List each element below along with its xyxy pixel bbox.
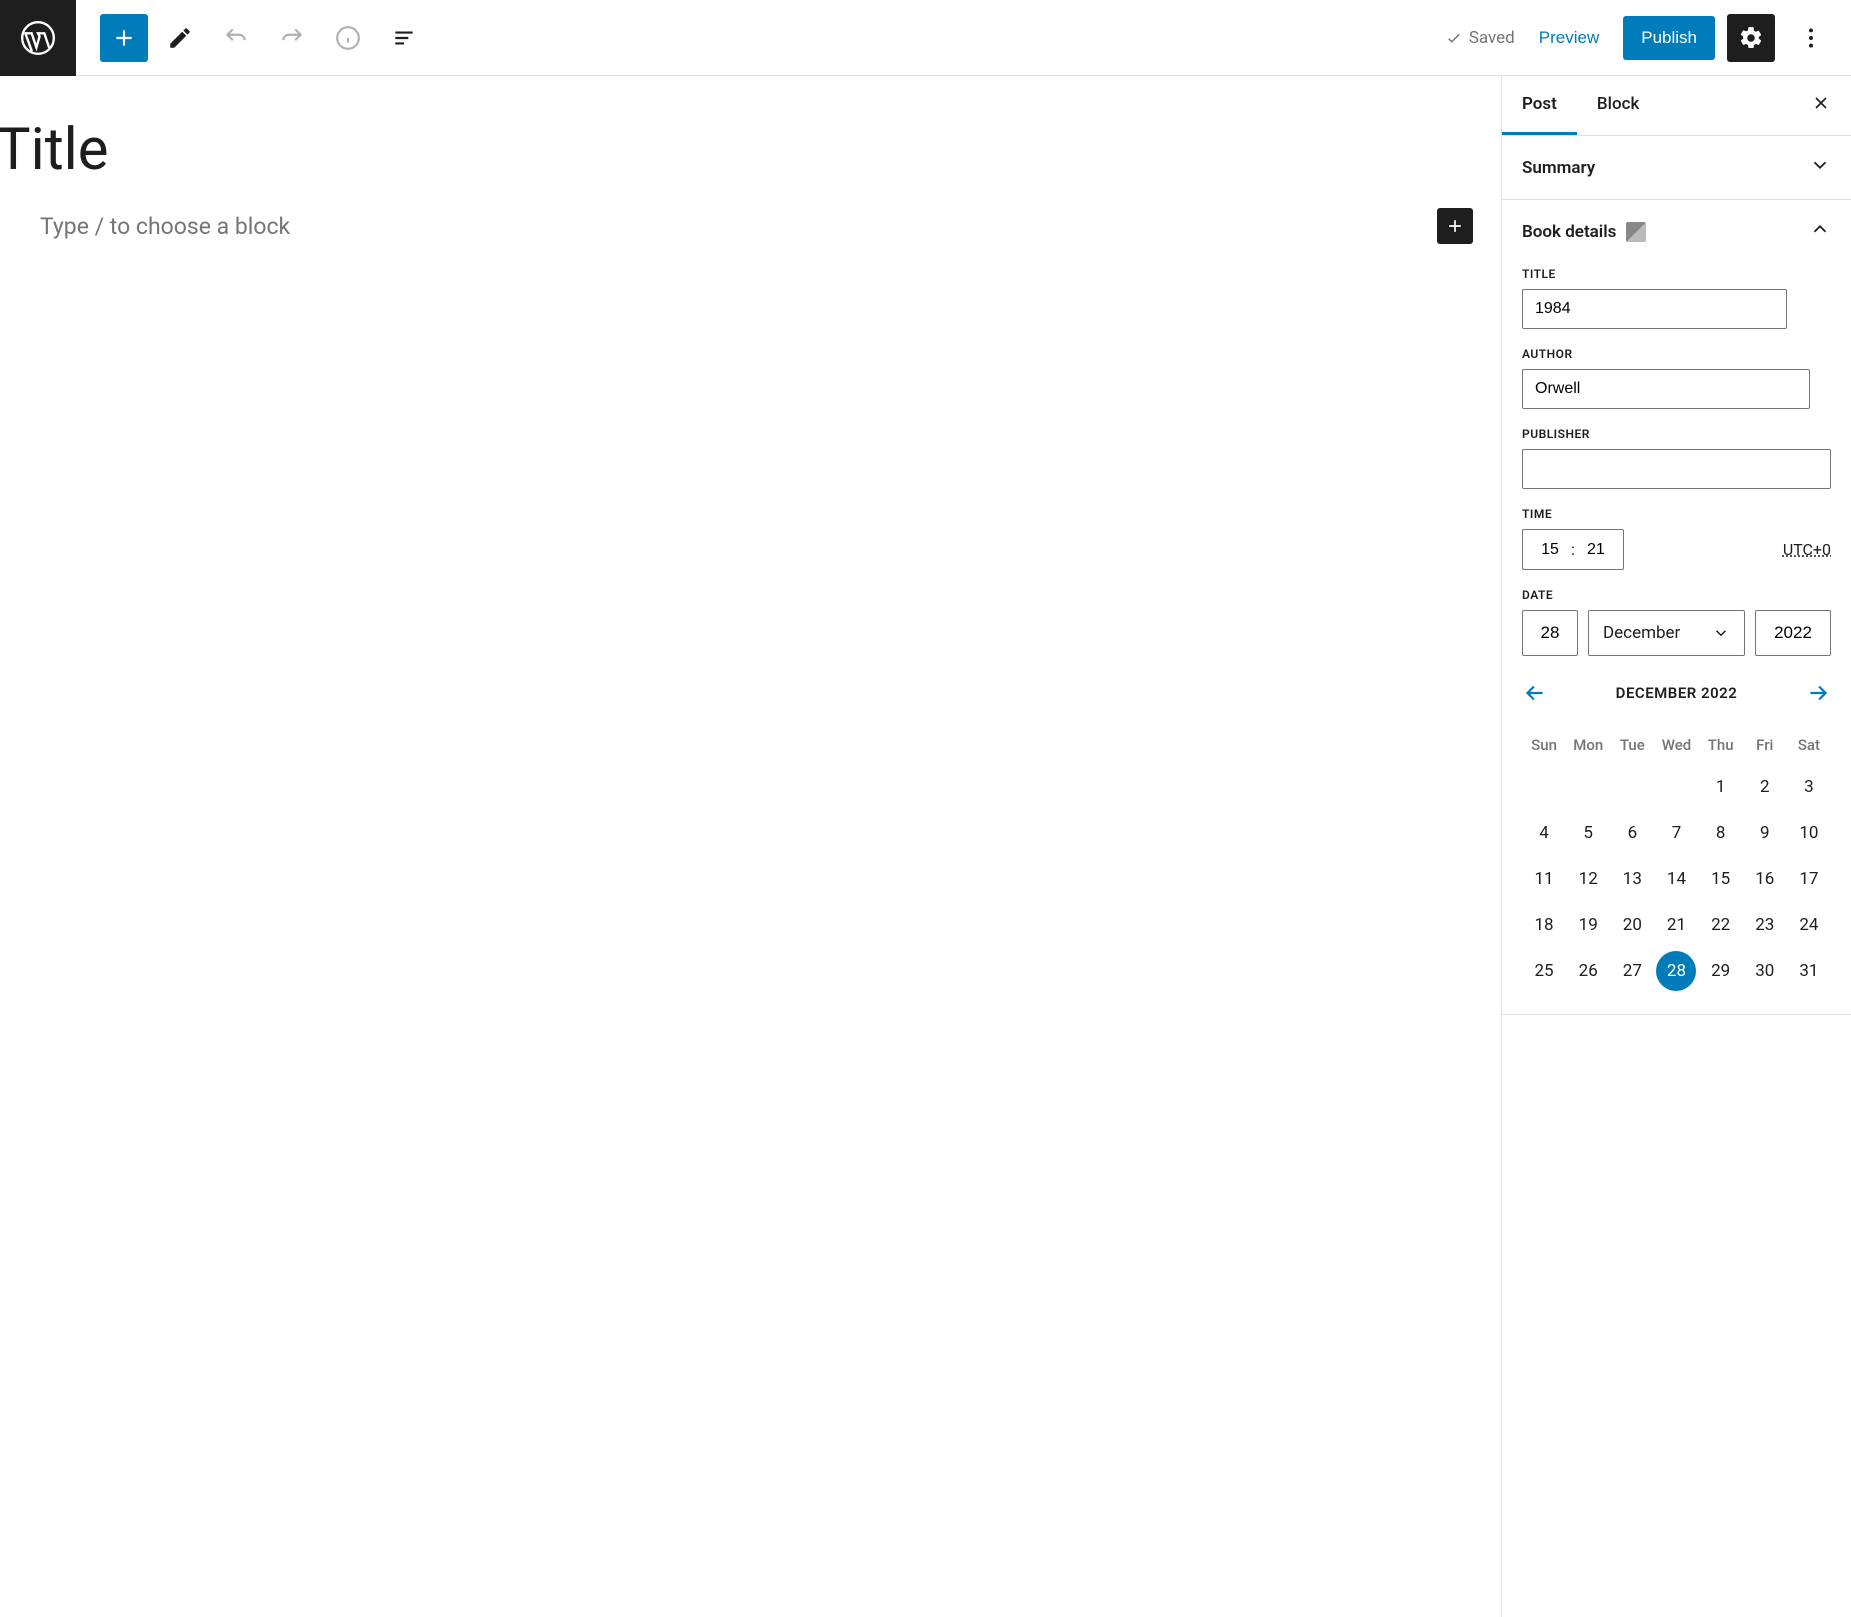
calendar-day[interactable]: 15 (1701, 859, 1741, 899)
calendar-day[interactable]: 24 (1789, 905, 1829, 945)
panel-summary-title: Summary (1522, 158, 1595, 178)
calendar-weekday: Fri (1743, 726, 1787, 764)
calendar-day[interactable]: 3 (1789, 767, 1829, 807)
calendar-day[interactable]: 12 (1568, 859, 1608, 899)
calendar-day[interactable]: 26 (1568, 951, 1608, 991)
redo-button[interactable] (268, 14, 316, 62)
preview-button[interactable]: Preview (1527, 20, 1611, 56)
calendar-day[interactable]: 25 (1524, 951, 1564, 991)
calendar-day[interactable]: 5 (1568, 813, 1608, 853)
calendar-day[interactable]: 6 (1612, 813, 1652, 853)
calendar-day[interactable]: 13 (1612, 859, 1652, 899)
calendar-day[interactable]: 2 (1745, 767, 1785, 807)
calendar-day[interactable]: 1 (1701, 767, 1741, 807)
time-field-label: TIME (1522, 507, 1831, 521)
saved-label: Saved (1469, 28, 1515, 48)
calendar-weekday: Sun (1522, 726, 1566, 764)
publisher-field-input[interactable] (1522, 449, 1831, 489)
calendar-day[interactable]: 8 (1701, 813, 1741, 853)
calendar-day[interactable]: 30 (1745, 951, 1785, 991)
calendar-title: DECEMBER 2022 (1616, 684, 1738, 702)
settings-button[interactable] (1727, 14, 1775, 62)
calendar-weekday: Mon (1566, 726, 1610, 764)
panel-book-details-title: Book details (1522, 222, 1616, 242)
publish-button[interactable]: Publish (1623, 16, 1715, 60)
chevron-down-icon (1809, 154, 1831, 181)
post-title[interactable]: Title (0, 116, 1501, 208)
saved-indicator: Saved (1445, 28, 1515, 48)
panel-book-details: Book details TITLE AUTHOR (1502, 200, 1851, 1015)
calendar-weekday: Sat (1787, 726, 1831, 764)
calendar-day[interactable]: 27 (1612, 951, 1652, 991)
calendar-day[interactable]: 4 (1524, 813, 1564, 853)
panel-summary-header[interactable]: Summary (1502, 136, 1851, 199)
title-field-input[interactable] (1522, 289, 1787, 329)
calendar-weekday: Wed (1654, 726, 1698, 764)
timezone-label[interactable]: UTC+0 (1783, 540, 1831, 559)
calendar-day[interactable]: 23 (1745, 905, 1785, 945)
close-sidebar-button[interactable] (1791, 93, 1851, 119)
editor-canvas: Title Type / to choose a block (0, 76, 1501, 1617)
info-button[interactable] (324, 14, 372, 62)
calendar-day[interactable]: 10 (1789, 813, 1829, 853)
inline-add-block-button[interactable] (1437, 208, 1473, 244)
calendar-day[interactable]: 28 (1656, 951, 1696, 991)
settings-sidebar: Post Block Summary Book (1501, 76, 1851, 1617)
calendar-day[interactable]: 7 (1656, 813, 1696, 853)
undo-button[interactable] (212, 14, 260, 62)
panel-summary: Summary (1502, 136, 1851, 200)
time-hours-input[interactable] (1537, 541, 1563, 559)
more-options-button[interactable] (1787, 14, 1835, 62)
tab-post[interactable]: Post (1502, 76, 1577, 135)
calendar-day[interactable]: 9 (1745, 813, 1785, 853)
date-calendar: DECEMBER 2022 SunMonTueWedThuFriSat 1234… (1522, 676, 1831, 994)
calendar-day[interactable]: 17 (1789, 859, 1829, 899)
sidebar-tabs: Post Block (1502, 76, 1851, 136)
calendar-prev-button[interactable] (1522, 680, 1548, 706)
date-field-label: DATE (1522, 588, 1831, 602)
calendar-day[interactable]: 31 (1789, 951, 1829, 991)
author-field-input[interactable] (1522, 369, 1810, 409)
list-view-button[interactable] (380, 14, 428, 62)
calendar-day[interactable]: 20 (1612, 905, 1652, 945)
chevron-down-icon (1712, 624, 1730, 642)
calendar-day[interactable]: 22 (1701, 905, 1741, 945)
calendar-weekday: Tue (1610, 726, 1654, 764)
calendar-day[interactable]: 29 (1701, 951, 1741, 991)
date-month-value: December (1603, 623, 1680, 643)
top-toolbar: Saved Preview Publish (0, 0, 1851, 76)
chevron-up-icon (1809, 218, 1831, 245)
wordpress-logo[interactable] (0, 0, 76, 76)
author-field-label: AUTHOR (1522, 347, 1831, 361)
time-minutes-input[interactable] (1583, 541, 1609, 559)
calendar-day[interactable]: 16 (1745, 859, 1785, 899)
add-block-button[interactable] (100, 14, 148, 62)
edit-tool-button[interactable] (156, 14, 204, 62)
title-field-label: TITLE (1522, 267, 1831, 281)
calendar-day[interactable]: 18 (1524, 905, 1564, 945)
date-day-input[interactable] (1522, 610, 1578, 656)
tab-block[interactable]: Block (1577, 76, 1659, 135)
time-input-group: : (1522, 529, 1624, 570)
block-placeholder[interactable]: Type / to choose a block (40, 213, 290, 240)
calendar-weekday: Thu (1699, 726, 1743, 764)
calendar-day[interactable]: 21 (1656, 905, 1696, 945)
panel-book-details-header[interactable]: Book details (1502, 200, 1851, 263)
calendar-day[interactable]: 19 (1568, 905, 1608, 945)
publisher-field-label: PUBLISHER (1522, 427, 1831, 441)
calendar-next-button[interactable] (1805, 680, 1831, 706)
calendar-day[interactable]: 14 (1656, 859, 1696, 899)
date-year-input[interactable] (1755, 610, 1831, 656)
date-month-select[interactable]: December (1588, 610, 1745, 656)
book-icon (1626, 222, 1646, 242)
calendar-day[interactable]: 11 (1524, 859, 1564, 899)
